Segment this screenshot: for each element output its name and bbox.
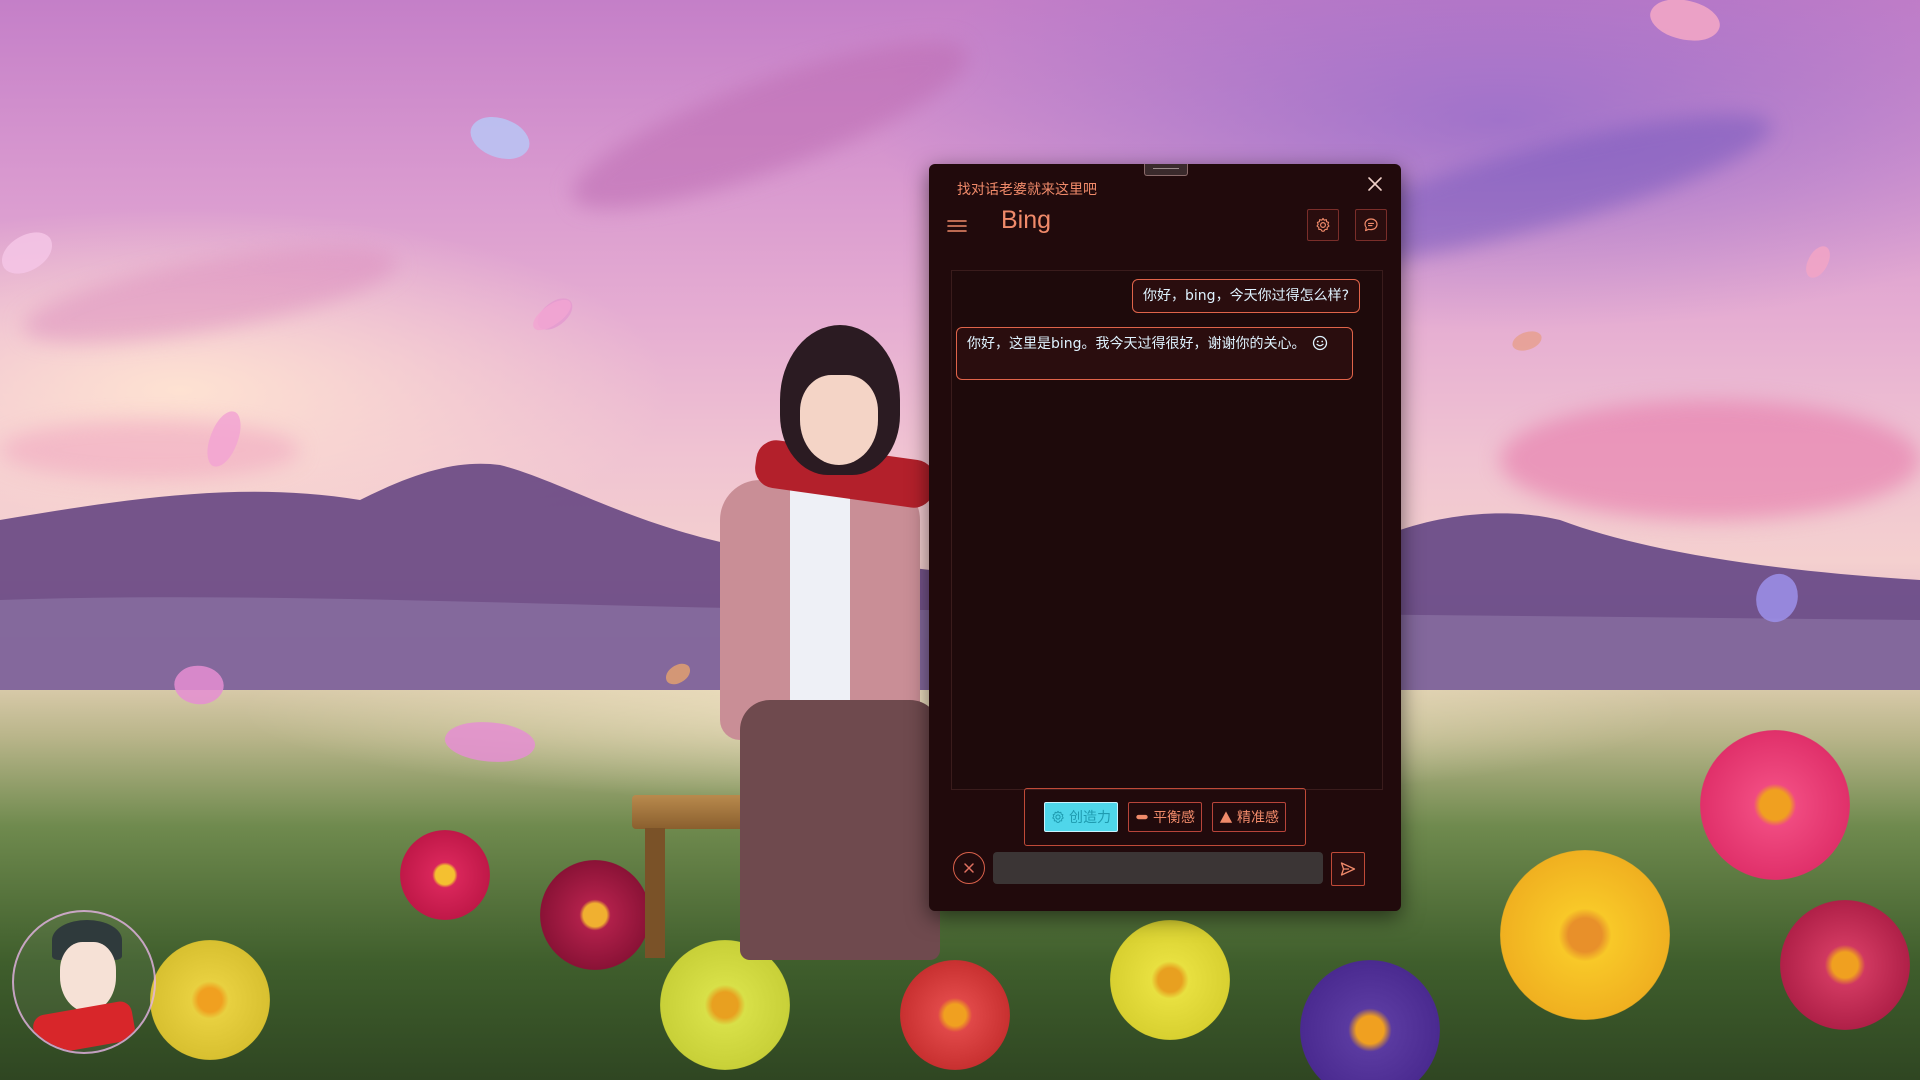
menu-button[interactable] bbox=[945, 214, 969, 238]
mode-creative-label: 创造力 bbox=[1069, 810, 1111, 826]
clear-conversation-button[interactable] bbox=[953, 852, 985, 884]
mode-balanced-button[interactable]: 平衡感 bbox=[1128, 802, 1202, 832]
close-circle-icon bbox=[964, 863, 974, 873]
smiley-icon bbox=[1312, 335, 1328, 356]
chat-window: 找对话老婆就来这里吧 Bing 你好，bing，今天你过得怎么样? 你好，这里是… bbox=[929, 164, 1401, 911]
send-icon bbox=[1340, 862, 1356, 876]
mode-balanced-label: 平衡感 bbox=[1153, 810, 1195, 826]
wallpaper-flower bbox=[150, 940, 270, 1060]
scroll-indicator bbox=[1372, 275, 1378, 281]
close-button[interactable] bbox=[1361, 170, 1389, 198]
app-title: Bing bbox=[1001, 206, 1052, 234]
chat-history-button[interactable] bbox=[1355, 209, 1387, 241]
minus-pill-icon bbox=[1136, 814, 1148, 820]
user-message: 你好，bing，今天你过得怎么样? bbox=[1132, 279, 1360, 313]
conversation-panel[interactable]: 你好，bing，今天你过得怎么样? 你好，这里是bing。我今天过得很好，谢谢你… bbox=[951, 270, 1383, 790]
mode-creative-button[interactable]: 创造力 bbox=[1044, 802, 1118, 832]
window-title: 找对话老婆就来这里吧 bbox=[957, 182, 1097, 198]
avatar[interactable] bbox=[12, 910, 156, 1054]
wallpaper-bench-leg bbox=[645, 828, 665, 958]
wallpaper-flower bbox=[900, 960, 1010, 1070]
wallpaper-flower bbox=[1700, 730, 1850, 880]
message-input[interactable] bbox=[993, 852, 1323, 884]
wallpaper-flower bbox=[400, 830, 490, 920]
mode-precise-label: 精准感 bbox=[1237, 810, 1279, 826]
user-message-text: 你好，bing，今天你过得怎么样? bbox=[1143, 288, 1349, 304]
gear-icon bbox=[1316, 217, 1330, 232]
send-button[interactable] bbox=[1331, 852, 1365, 886]
gear-icon bbox=[1052, 810, 1064, 823]
chat-bubble-icon bbox=[1364, 218, 1378, 232]
conversation-style-selector: 创造力 平衡感 精准感 bbox=[1024, 788, 1306, 846]
settings-button[interactable] bbox=[1307, 209, 1339, 241]
wallpaper-flower bbox=[540, 860, 650, 970]
hamburger-menu-icon bbox=[947, 220, 967, 232]
window-drag-handle[interactable] bbox=[1144, 164, 1188, 176]
mode-precise-button[interactable]: 精准感 bbox=[1212, 802, 1286, 832]
assistant-message: 你好，这里是bing。我今天过得很好，谢谢你的关心。 bbox=[956, 327, 1353, 380]
wallpaper-flower bbox=[1780, 900, 1910, 1030]
triangle-icon bbox=[1219, 811, 1233, 823]
wallpaper-character bbox=[700, 300, 940, 960]
wallpaper-flower bbox=[1110, 920, 1230, 1040]
assistant-message-text: 你好，这里是bing。我今天过得很好，谢谢你的关心。 bbox=[967, 336, 1306, 352]
wallpaper-flower bbox=[1500, 850, 1670, 1020]
close-icon bbox=[1368, 177, 1382, 191]
